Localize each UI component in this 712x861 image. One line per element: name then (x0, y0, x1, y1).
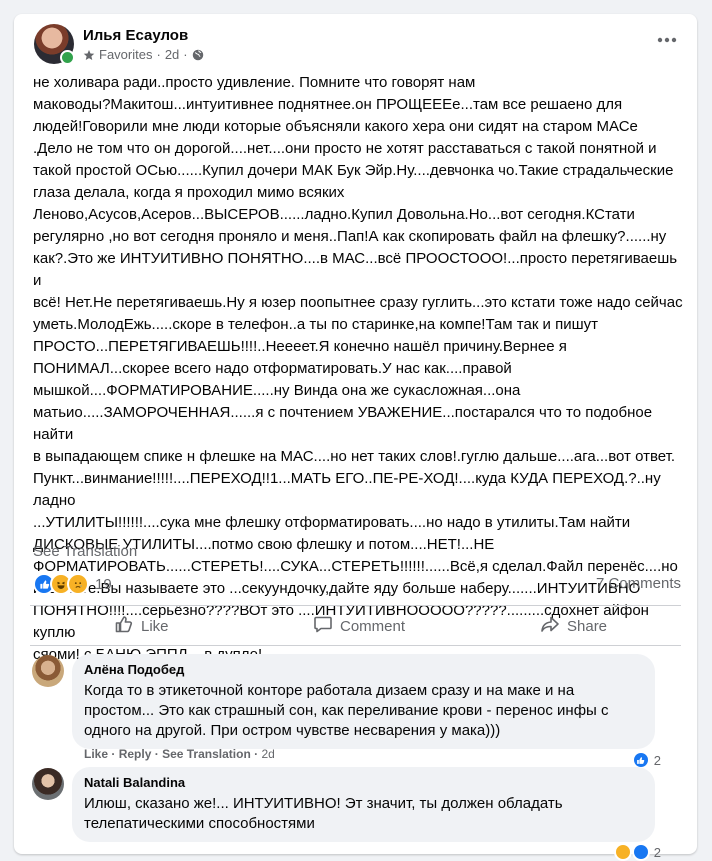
comment-button-label: Comment (340, 617, 406, 635)
share-button-label: Share (567, 617, 608, 635)
reactions-summary[interactable]: 19 (33, 573, 112, 595)
meta-separator: · (183, 47, 188, 62)
post-header: Илья Есаулов Favorites · 2d · (14, 14, 697, 74)
like-button-label: Like (141, 617, 169, 635)
favorites-label[interactable]: Favorites (99, 47, 152, 62)
post-body-text: не холивара ради..просто удивление. Помн… (33, 74, 683, 663)
reaction-count: 19 (95, 575, 112, 593)
comment-text: Илюш, сказано же!... ИНТУИТИВНО! Эт знач… (84, 795, 563, 832)
star-icon (83, 49, 95, 61)
commenter-name[interactable]: Алёна Подобед (84, 662, 643, 678)
thumbs-up-icon (114, 614, 134, 638)
comment-bubble: Natali Balandina Илюш, сказано же!... ИН… (72, 767, 655, 842)
comment-reaction-count: 2 (653, 844, 661, 860)
author-avatar[interactable] (34, 24, 75, 65)
comment-actions: Like · Reply · See Translation · 2d (84, 747, 275, 761)
comment-reactions[interactable]: 2 (613, 843, 661, 861)
comment-like-link[interactable]: Like (84, 747, 108, 761)
comment-time[interactable]: 2d (261, 747, 274, 761)
share-button[interactable]: Share (540, 613, 607, 639)
meta-separator: · (156, 47, 161, 62)
commenter-name[interactable]: Natali Balandina (84, 775, 643, 791)
divider-top (30, 605, 681, 606)
comment-reply-link[interactable]: Reply (119, 747, 152, 761)
like-icon (631, 843, 650, 861)
haha-icon (613, 843, 632, 861)
online-status-icon (60, 50, 75, 65)
comment-text: Когда то в этикеточной конторе работала … (84, 682, 609, 739)
comment-button[interactable]: Comment (313, 613, 405, 639)
post-author-name[interactable]: Илья Есаулов (83, 27, 188, 44)
comment-bubble: Алёна Подобед Когда то в этикеточной кон… (72, 654, 655, 749)
globe-icon (192, 49, 204, 61)
commenter-avatar[interactable] (32, 768, 64, 800)
post-card: Илья Есаулов Favorites · 2d · не холивар… (14, 14, 697, 861)
ellipsis-icon (657, 37, 677, 43)
sad-icon (67, 573, 89, 595)
post-meta: Favorites · 2d · (83, 47, 204, 62)
post-time[interactable]: 2d (165, 47, 179, 62)
comment-reaction-count: 2 (653, 752, 661, 768)
comments-count-link[interactable]: 7 Comments (596, 575, 681, 592)
comment-bubble-icon (313, 614, 333, 638)
commenter-avatar[interactable] (32, 655, 64, 687)
divider-bottom (30, 645, 681, 646)
like-button[interactable]: Like (114, 613, 169, 639)
see-translation-link[interactable]: See Translation (33, 543, 137, 560)
share-arrow-icon (540, 614, 560, 638)
comment-see-translation-link[interactable]: See Translation (162, 747, 251, 761)
more-options-button[interactable] (653, 30, 681, 50)
